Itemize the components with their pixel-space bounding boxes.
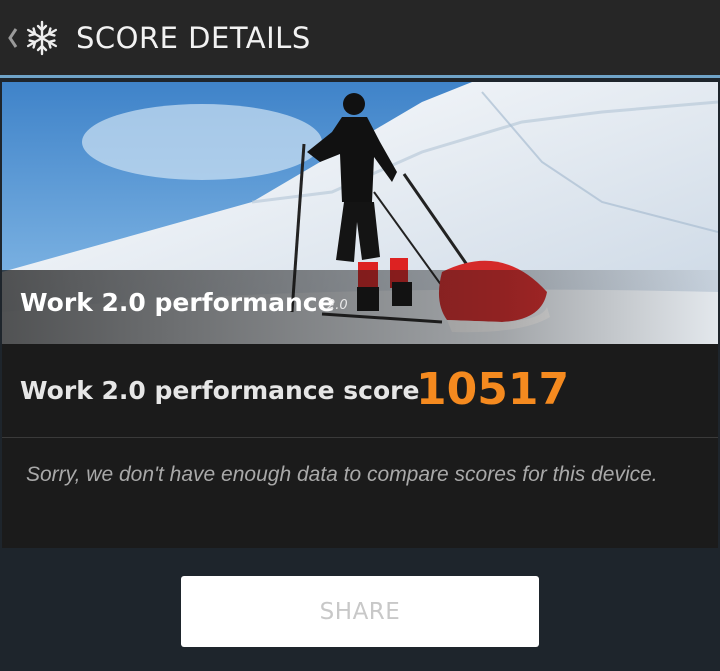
comparison-note: Sorry, we don't have enough data to comp… xyxy=(26,463,658,486)
score-value: 10517 xyxy=(416,364,570,415)
snowflake-icon[interactable] xyxy=(22,18,62,58)
score-label: Work 2.0 performance score xyxy=(20,376,420,405)
chevron-left-icon[interactable] xyxy=(8,27,20,49)
page-title: SCORE DETAILS xyxy=(76,20,311,55)
share-button[interactable]: SHARE xyxy=(181,576,539,647)
score-row: Work 2.0 performance score 10517 xyxy=(2,344,718,438)
hero-image: Work 2.0 performance 2.0 xyxy=(2,82,718,344)
score-card: Work 2.0 performance 2.0 Work 2.0 perfor… xyxy=(2,82,718,548)
top-app-bar: SCORE DETAILS xyxy=(0,0,720,78)
test-name: Work 2.0 performance xyxy=(20,288,335,317)
test-version: 2.0 xyxy=(327,298,348,313)
